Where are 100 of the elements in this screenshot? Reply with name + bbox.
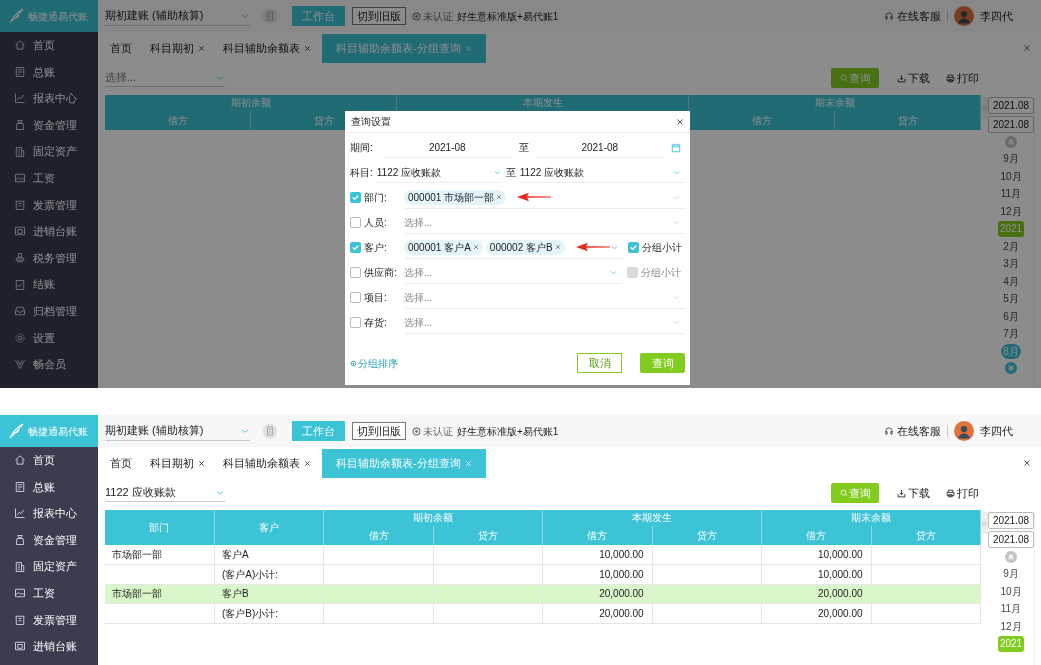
close-icon[interactable] [304, 460, 311, 467]
sort-link[interactable]: 分组排序 [350, 355, 398, 371]
month-item[interactable]: 10月 [1000, 168, 1022, 184]
document-icon [14, 480, 26, 493]
document-circle-icon[interactable] [262, 423, 278, 439]
checkbox[interactable] [350, 217, 361, 228]
expand-toggle[interactable] [981, 512, 988, 534]
old-version-button[interactable]: 切到旧版 [352, 7, 406, 25]
sidebar-item[interactable]: 首页 [0, 32, 98, 59]
month-item[interactable]: 9月 [1003, 566, 1019, 582]
sidebar-item[interactable]: 归档管理 [0, 297, 98, 325]
tab[interactable]: 科目期初 [143, 34, 212, 63]
user-name[interactable]: 李四代 [980, 7, 1013, 25]
month-item[interactable]: 10月 [1000, 583, 1022, 599]
multi-select[interactable]: 选择... [404, 311, 685, 334]
sidebar-item[interactable]: 报表中心 [0, 85, 98, 112]
date-field[interactable]: 2021.08 [988, 116, 1034, 133]
document-circle-icon[interactable] [262, 8, 278, 24]
table-row[interactable]: (客户A)小计: 10,000.00 10,000.00 [105, 564, 981, 584]
month-item[interactable]: 11月 [1000, 186, 1022, 202]
subject-select[interactable]: 选择... [105, 69, 225, 87]
print-button[interactable]: 打印 [946, 68, 979, 88]
sidebar-item[interactable]: 资金管理 [0, 526, 98, 554]
tag-chip[interactable]: 000001 客户A [404, 239, 483, 255]
tab[interactable]: 科目辅助余额表 [216, 34, 318, 63]
account-select[interactable]: 期初建账 (辅助核算) [105, 6, 250, 26]
tab[interactable]: 首页 [103, 449, 139, 478]
month-item[interactable]: 6月 [1003, 308, 1019, 324]
month-item[interactable]: 11月 [1000, 601, 1022, 617]
month-item[interactable]: 12月 [1000, 203, 1022, 219]
close-icon[interactable] [304, 45, 311, 52]
expand-toggle[interactable] [981, 97, 988, 119]
sidebar-item[interactable]: 税务管理 [0, 244, 98, 272]
close-icon[interactable] [1023, 458, 1031, 467]
date-field[interactable]: 2021.08 [988, 531, 1034, 548]
multi-select[interactable]: 选择... [404, 261, 622, 284]
multi-select[interactable]: 000001 市场部一部 [404, 186, 685, 209]
sidebar-item[interactable]: 发票管理 [0, 606, 98, 634]
subject-select[interactable]: 1122 应收账款 [376, 162, 502, 183]
tab[interactable]: 科目期初 [143, 449, 212, 478]
checkbox[interactable] [350, 192, 361, 203]
user-name[interactable]: 李四代 [980, 422, 1013, 440]
sidebar-item[interactable]: 总账 [0, 58, 98, 86]
subject-select[interactable]: 1122 应收账款 [105, 484, 225, 502]
checkbox[interactable] [350, 317, 361, 328]
sidebar-item[interactable]: 畅会员 [0, 351, 98, 378]
sidebar-item[interactable]: 工资 [0, 164, 98, 192]
sidebar-item[interactable]: 进销台账 [0, 218, 98, 245]
sidebar-item[interactable]: 进销台账 [0, 633, 98, 660]
sidebar-item[interactable]: 资金管理 [0, 111, 98, 139]
month-item[interactable]: 7月 [1003, 326, 1019, 342]
date-field[interactable]: 2021.08 [988, 512, 1034, 529]
sidebar-item[interactable]: 首页 [0, 447, 98, 474]
month-item[interactable]: 9月 [1003, 151, 1019, 167]
date-field[interactable]: 2021-08 [536, 137, 663, 158]
download-button[interactable]: 下载 [897, 483, 930, 503]
download-button[interactable]: 下载 [897, 68, 930, 88]
multi-select[interactable]: 000001 客户A 000002 客户B [404, 236, 623, 259]
support-link[interactable]: 在线客服 [897, 422, 941, 440]
sidebar-item[interactable]: 固定资产 [0, 138, 98, 165]
checkbox[interactable] [350, 292, 361, 303]
checkbox[interactable] [350, 242, 361, 253]
sidebar-item[interactable]: 结账 [0, 271, 98, 298]
subject-select[interactable]: 1122 应收账款 [519, 162, 685, 183]
up-button[interactable] [1005, 136, 1017, 148]
multi-select[interactable]: 选择... [404, 286, 685, 309]
tab[interactable]: 首页 [103, 34, 139, 63]
date-field[interactable]: 2021.08 [988, 97, 1034, 114]
sidebar-item[interactable]: 发票管理 [0, 191, 98, 219]
close-icon[interactable] [198, 45, 205, 52]
multi-select[interactable]: 选择... [404, 211, 685, 234]
sidebar-item[interactable]: 总账 [0, 473, 98, 501]
close-icon[interactable] [1023, 43, 1031, 52]
sidebar-item[interactable]: 报表中心 [0, 500, 98, 527]
down-button[interactable] [1005, 362, 1017, 374]
checkbox[interactable] [350, 267, 361, 278]
table-row[interactable]: 市场部一部 客户A 10,000.00 10,000.00 [105, 545, 981, 565]
sidebar-item[interactable]: 设置 [0, 324, 98, 352]
tag-chip[interactable]: 000002 客户B [485, 239, 565, 255]
support-link[interactable]: 在线客服 [897, 7, 941, 25]
tag-chip[interactable]: 000001 市场部一部 [404, 189, 507, 205]
month-item[interactable]: 12月 [1000, 618, 1022, 634]
month-item[interactable]: 3月 [1003, 256, 1019, 272]
cancel-button[interactable]: 取消 [577, 353, 622, 373]
close-icon[interactable] [676, 117, 684, 126]
account-select[interactable]: 期初建账 (辅助核算) [105, 421, 250, 441]
checkbox[interactable] [627, 242, 639, 253]
up-button[interactable] [1005, 551, 1017, 563]
month-item[interactable]: 4月 [1003, 273, 1019, 289]
table-row[interactable]: (客户B)小计: 20,000.00 20,000.00 [105, 603, 981, 623]
old-version-button[interactable]: 切到旧版 [352, 422, 406, 440]
sidebar-item[interactable]: 固定资产 [0, 553, 98, 580]
print-button[interactable]: 打印 [946, 483, 979, 503]
month-item[interactable]: 2月 [1003, 238, 1019, 254]
month-item[interactable]: 5月 [1003, 291, 1019, 307]
close-icon[interactable] [198, 460, 205, 467]
tab[interactable]: 科目辅助余额表 [216, 449, 318, 478]
date-field[interactable]: 2021-08 [384, 137, 511, 158]
sidebar-item[interactable]: 工资 [0, 579, 98, 607]
table-row[interactable]: 市场部一部 客户B 20,000.00 20,000.00 [105, 584, 981, 604]
